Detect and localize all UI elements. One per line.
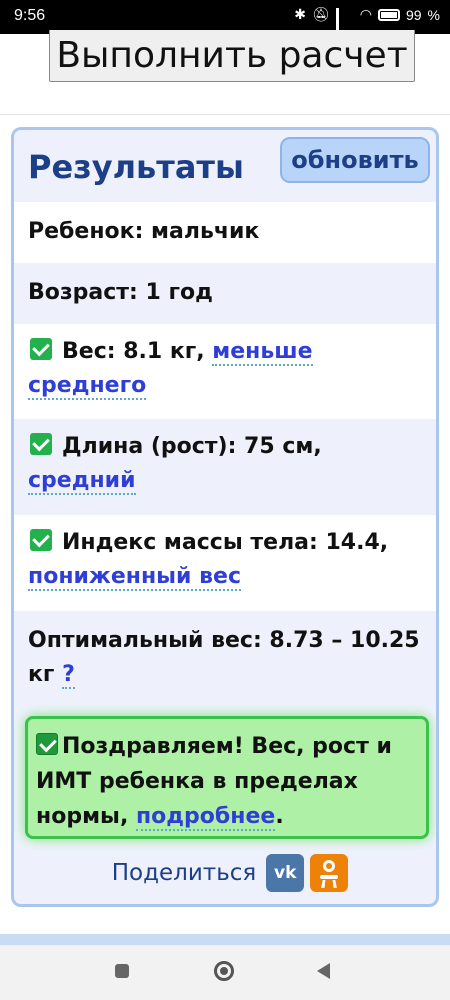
recent-apps-icon[interactable] [115, 964, 129, 978]
calculate-button[interactable]: Выполнить расчет [49, 30, 415, 82]
child-text: Ребенок: мальчик [28, 219, 260, 244]
height-status-link[interactable]: средний [28, 468, 136, 495]
signal-icon [335, 7, 354, 42]
home-icon[interactable] [214, 961, 234, 981]
optimal-weight-text: Оптимальный вес: 8.73 – 10.25 кг [28, 628, 420, 687]
divider [0, 114, 450, 115]
navigation-bar [0, 945, 450, 1000]
results-header: Результаты обновить [14, 130, 436, 202]
optimal-weight-help-link[interactable]: ? [62, 662, 75, 689]
height-text: Длина (рост): 75 см, [62, 434, 322, 459]
bmi-row: Индекс массы тела: 14.4, пониженный вес [14, 515, 436, 611]
refresh-button[interactable]: обновить [280, 137, 430, 183]
details-link[interactable]: подробнее [135, 804, 276, 831]
battery-percent: 99 [405, 6, 422, 23]
wifi-icon: ◠ [359, 6, 372, 22]
bmi-text: Индекс массы тела: 14.4, [62, 530, 389, 555]
status-icons: ✱ 🔕︎ ◠ 99% [294, 6, 440, 42]
odnoklassniki-icon[interactable] [310, 854, 349, 892]
status-time: 9:56 [14, 7, 46, 24]
congrats-box: Поздравляем! Вес, рост и ИМТ ребенка в п… [25, 716, 429, 839]
weight-row: Вес: 8.1 кг, меньше среднего [14, 324, 436, 419]
checkmark-icon [30, 338, 52, 360]
results-card: Результаты обновить Ребенок: мальчик Воз… [11, 127, 439, 907]
percent-sign: % [427, 6, 440, 23]
checkmark-icon [30, 433, 52, 455]
age-text: Возраст: 1 год [28, 280, 213, 305]
checkmark-icon [30, 529, 52, 551]
optimal-weight-row: Оптимальный вес: 8.73 – 10.25 кг ? [14, 611, 436, 714]
child-row: Ребенок: мальчик [14, 202, 436, 263]
status-bar: 9:56 ✱ 🔕︎ ◠ 99% [0, 0, 450, 42]
weight-text: Вес: 8.1 кг, [62, 339, 205, 364]
age-row: Возраст: 1 год [14, 263, 436, 324]
vk-icon-label: vk [274, 863, 297, 883]
share-label: Поделиться [111, 860, 257, 886]
share-row: Поделиться vk [14, 851, 436, 895]
height-row: Длина (рост): 75 см, средний [14, 419, 436, 515]
mute-icon: 🔕︎ [311, 6, 330, 22]
checkmark-icon [36, 733, 58, 755]
results-title: Результаты [28, 148, 244, 186]
vk-icon[interactable]: vk [266, 854, 305, 892]
battery-icon [377, 8, 400, 21]
back-icon[interactable] [317, 963, 330, 979]
congrats-period: . [275, 804, 284, 829]
bluetooth-icon: ✱ [294, 6, 306, 22]
bmi-status-link[interactable]: пониженный вес [28, 564, 241, 591]
